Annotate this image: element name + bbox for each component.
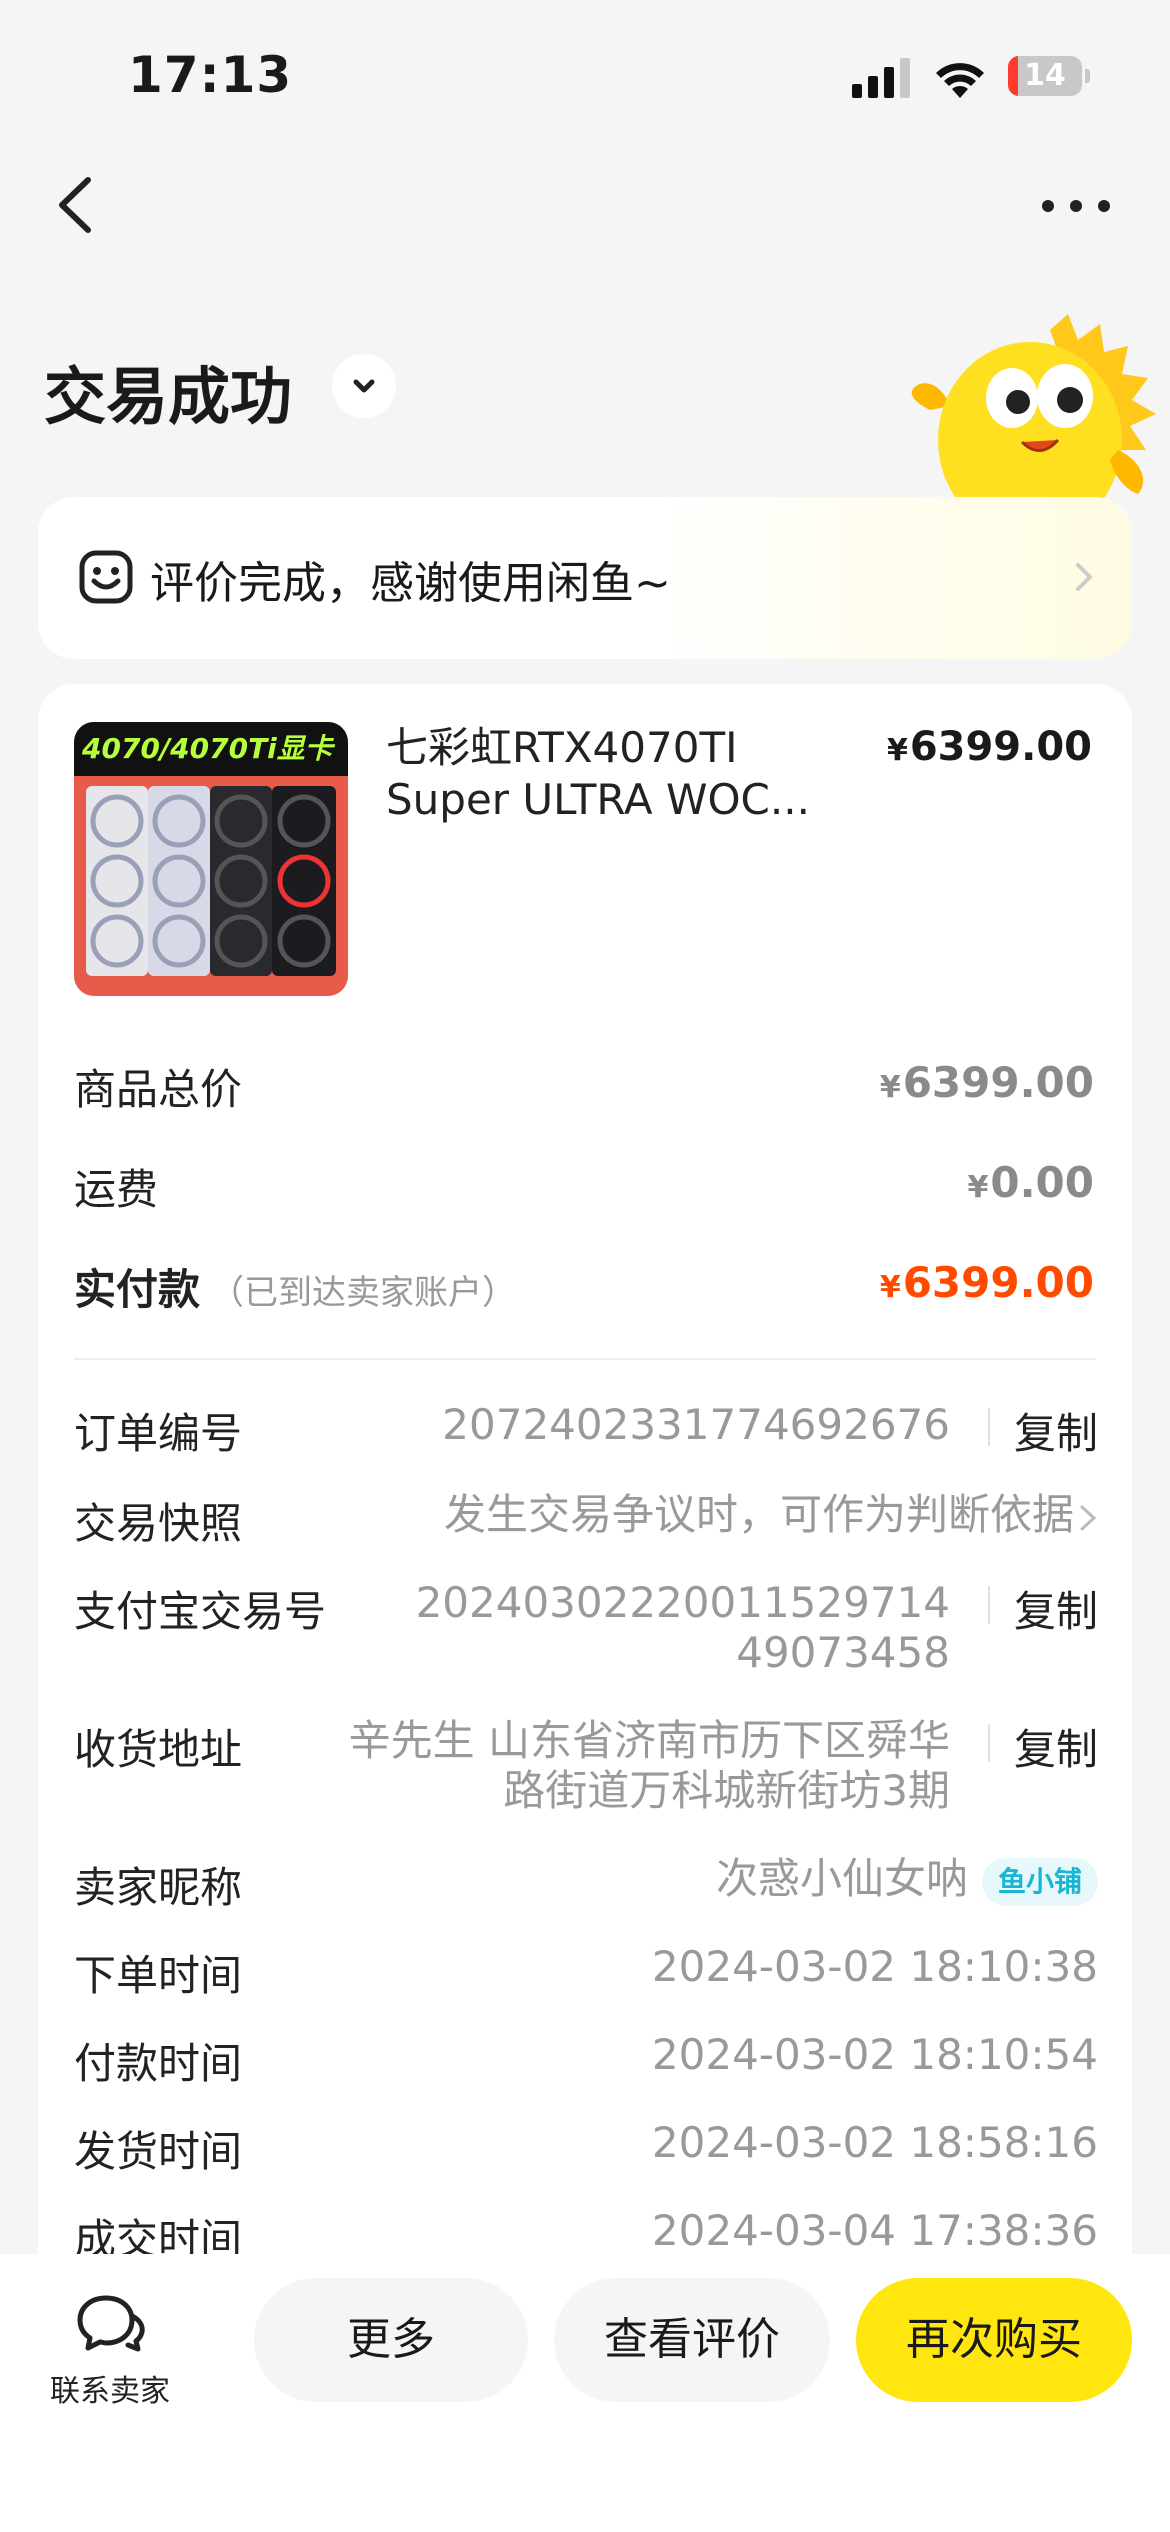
copy-order-number-button[interactable]: 复制 bbox=[1014, 1400, 1098, 1461]
seller-nickname: 次惑小仙女呐 鱼小铺 bbox=[716, 1854, 1098, 1906]
view-review-button[interactable]: 查看评价 bbox=[554, 2278, 830, 2402]
ship-time-row: 发货时间 2024-03-02 18:58:16 bbox=[74, 2118, 1098, 2176]
copy-alipay-number-button[interactable]: 复制 bbox=[1014, 1578, 1098, 1639]
review-banner-text: 评价完成，感谢使用闲鱼~ bbox=[150, 558, 671, 609]
paid-amount-row: 实付款 （已到达卖家账户） ¥6399.00 bbox=[74, 1258, 1094, 1314]
bottom-action-bar: 联系卖家 更多 查看评价 再次购买 bbox=[0, 2254, 1170, 2532]
alipay-number-row: 支付宝交易号 20240302220011529714 49073458 复制 bbox=[74, 1578, 1098, 1677]
order-time-row: 下单时间 2024-03-02 18:10:38 bbox=[74, 1942, 1098, 2000]
address-row: 收货地址 辛先生 山东省济南市历下区舜华 路街道万科城新街坊3期 复制 bbox=[74, 1716, 1098, 1815]
subtotal-row: 商品总价 ¥6399.00 bbox=[74, 1058, 1094, 1114]
wifi-icon bbox=[936, 63, 984, 98]
product-title[interactable]: 七彩虹RTX4070TI Super ULTRA WOC... bbox=[386, 722, 846, 826]
order-detail-page: 17:13 14 交易成功 评价完成，感谢使用闲鱼~ 4070/4070Ti显卡… bbox=[0, 0, 1170, 2532]
status-dropdown-button[interactable] bbox=[332, 354, 396, 418]
shipping-fee-value: ¥0.00 bbox=[967, 1158, 1094, 1207]
chat-bubble-icon bbox=[77, 2295, 145, 2352]
address-value: 辛先生 山东省济南市历下区舜华 路街道万科城新街坊3期 bbox=[348, 1716, 950, 1815]
deal-time-value: 2024-03-04 17:38:36 bbox=[651, 2206, 1098, 2255]
product-image-banner: 4070/4070Ti显卡 bbox=[74, 722, 348, 776]
order-number-value: 2072402331774692676 bbox=[442, 1400, 950, 1449]
back-arrow-icon[interactable] bbox=[48, 170, 108, 240]
page-title: 交易成功 bbox=[44, 360, 293, 433]
pay-time-row: 付款时间 2024-03-02 18:10:54 bbox=[74, 2030, 1098, 2088]
chevron-right-icon bbox=[1076, 563, 1092, 591]
status-bar: 17:13 14 bbox=[0, 0, 1170, 150]
shop-badge: 鱼小铺 bbox=[981, 1857, 1098, 1906]
chevron-right-icon bbox=[1080, 1505, 1097, 1530]
copy-address-button[interactable]: 复制 bbox=[1014, 1716, 1098, 1777]
smile-face-icon bbox=[79, 550, 133, 604]
contact-seller-button[interactable]: 联系卖家 bbox=[40, 2292, 180, 2412]
pay-time-value: 2024-03-02 18:10:54 bbox=[651, 2030, 1098, 2079]
order-time-value: 2024-03-02 18:10:38 bbox=[651, 1942, 1098, 1991]
snapshot-row[interactable]: 交易快照 发生交易争议时，可作为判断依据 bbox=[74, 1490, 1098, 1548]
paid-note: （已到达卖家账户） bbox=[210, 1273, 517, 1313]
more-options-icon[interactable] bbox=[1036, 188, 1116, 224]
fish-mascot-icon bbox=[911, 314, 1156, 510]
buy-again-button[interactable]: 再次购买 bbox=[856, 2278, 1132, 2402]
product-image[interactable]: 4070/4070Ti显卡 bbox=[74, 722, 348, 996]
order-number-row: 订单编号 2072402331774692676 复制 bbox=[74, 1400, 1098, 1458]
gpu-cards-icon bbox=[86, 786, 336, 976]
divider bbox=[74, 1358, 1096, 1360]
seller-row[interactable]: 卖家昵称 次惑小仙女呐 鱼小铺 bbox=[74, 1854, 1098, 1912]
contact-seller-label: 联系卖家 bbox=[50, 2374, 170, 2409]
cellular-signal-icon bbox=[852, 58, 910, 98]
snapshot-value: 发生交易争议时，可作为判断依据 bbox=[444, 1490, 1098, 1540]
chevron-down-icon bbox=[353, 379, 375, 393]
battery-indicator: 14 bbox=[1008, 56, 1090, 96]
review-complete-banner[interactable]: 评价完成，感谢使用闲鱼~ bbox=[38, 497, 1132, 659]
alipay-number-value: 20240302220011529714 49073458 bbox=[415, 1578, 950, 1677]
battery-percent: 14 bbox=[1024, 58, 1066, 93]
status-time: 17:13 bbox=[128, 46, 293, 104]
product-price: ¥6399.00 bbox=[886, 724, 1092, 770]
subtotal-value: ¥6399.00 bbox=[879, 1058, 1094, 1107]
more-button[interactable]: 更多 bbox=[254, 2278, 528, 2402]
paid-amount-value: ¥6399.00 bbox=[879, 1258, 1094, 1307]
shipping-fee-row: 运费 ¥0.00 bbox=[74, 1158, 1094, 1214]
ship-time-value: 2024-03-02 18:58:16 bbox=[651, 2118, 1098, 2167]
